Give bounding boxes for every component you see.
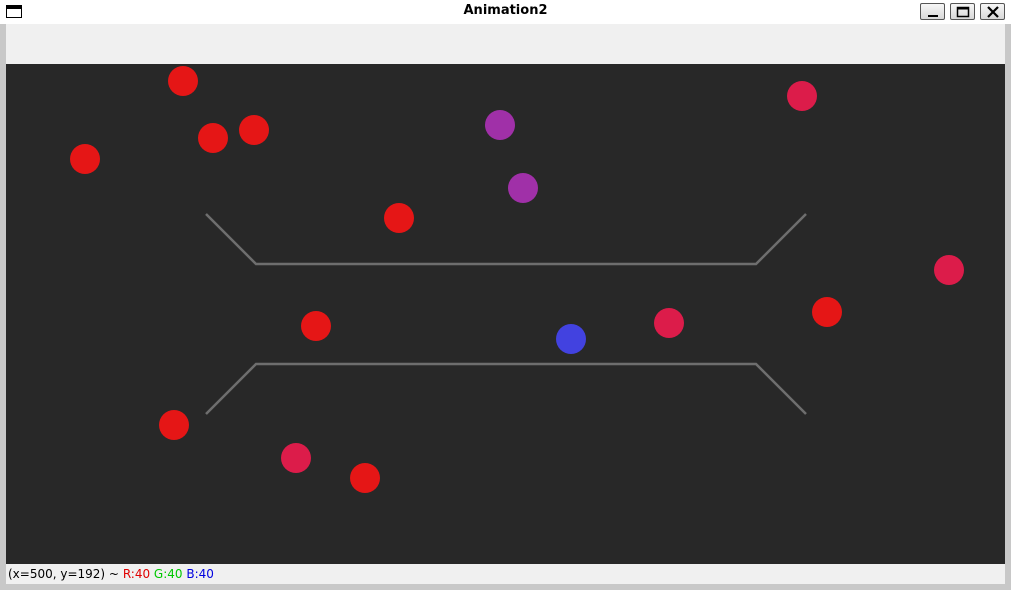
window-frame-right — [1005, 24, 1011, 590]
status-blue-value: B:40 — [186, 567, 214, 581]
window-frame-bottom — [0, 584, 1011, 590]
upper-funnel-wall — [205, 213, 807, 266]
ball-crimson — [787, 81, 817, 111]
ball-crimson — [934, 255, 964, 285]
ball-red — [239, 115, 269, 145]
ball-red — [159, 410, 189, 440]
ball-red — [168, 66, 198, 96]
ball-red — [301, 311, 331, 341]
animation-canvas[interactable] — [6, 64, 1005, 564]
maximize-icon — [956, 6, 970, 18]
maximize-button[interactable] — [950, 3, 975, 20]
title-bar[interactable]: Animation2 — [0, 0, 1011, 24]
status-green-value: G:40 — [153, 567, 183, 581]
toolbar-area — [6, 24, 1005, 64]
ball-crimson — [654, 308, 684, 338]
close-icon — [987, 6, 999, 18]
ball-red — [198, 123, 228, 153]
window-icon[interactable] — [6, 5, 22, 18]
app-window: Animation2 (x=500, y=192) ~ R:40 G:40 B:… — [0, 0, 1011, 590]
ball-red — [384, 203, 414, 233]
minimize-icon — [928, 15, 938, 17]
ball-crimson — [281, 443, 311, 473]
lower-funnel-wall — [205, 362, 807, 415]
window-title: Animation2 — [463, 3, 548, 18]
ball-blue — [556, 324, 586, 354]
status-bar: (x=500, y=192) ~ R:40 G:40 B:40 — [6, 564, 1005, 584]
scene-svg — [70, 66, 964, 493]
ball-purple — [508, 173, 538, 203]
ball-red — [812, 297, 842, 327]
ball-red — [350, 463, 380, 493]
status-position: (x=500, y=192) ~ — [8, 567, 119, 581]
ball-purple — [485, 110, 515, 140]
ball-red — [70, 144, 100, 174]
balls-layer — [70, 66, 964, 493]
status-red-value: R:40 — [122, 567, 151, 581]
minimize-button[interactable] — [920, 3, 945, 20]
close-button[interactable] — [980, 3, 1005, 20]
